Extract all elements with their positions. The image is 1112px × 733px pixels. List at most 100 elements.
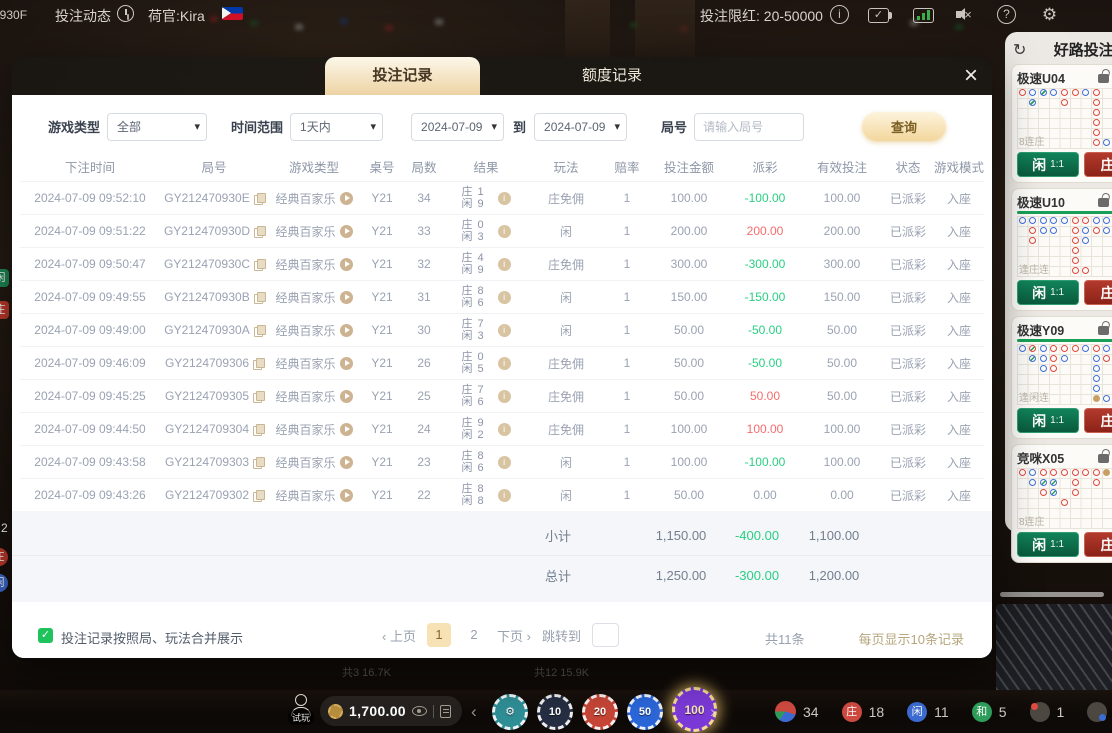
road-bead — [1050, 365, 1057, 372]
bet-records-modal: 投注记录 额度记录 × 游戏类型 全部▾ 时间范围 1天内▾ 2024-07-0… — [12, 57, 992, 658]
page-1-button[interactable]: 1 — [427, 623, 451, 647]
bet-player-button[interactable]: 闲1:1 — [1017, 408, 1079, 433]
result-info-icon[interactable] — [498, 423, 511, 436]
table-code-fragment: 0930F — [0, 8, 27, 22]
lock-icon[interactable] — [1098, 326, 1109, 335]
prev-page-button[interactable]: ‹ 上页 — [382, 626, 416, 645]
copy-icon[interactable] — [254, 325, 264, 336]
copy-icon[interactable] — [253, 490, 263, 501]
pattern-label: 8连庄 — [1019, 513, 1045, 528]
cell-play-type: 闲 — [528, 289, 604, 306]
result-info-icon[interactable] — [498, 291, 511, 304]
road-bead — [1061, 499, 1068, 506]
bet-player-button[interactable]: 闲1:1 — [1017, 280, 1079, 305]
game-type-select[interactable]: 全部▾ — [107, 113, 207, 141]
cell-game-type: 经典百家乐 — [268, 256, 360, 273]
tab-quota-records[interactable]: 额度记录 — [532, 57, 692, 95]
info-icon[interactable]: i — [830, 5, 849, 24]
road-bead — [1072, 267, 1079, 274]
chip-50[interactable]: 50 — [627, 694, 663, 730]
result-info-icon[interactable] — [498, 324, 511, 337]
trial-play-button[interactable]: 试玩 — [288, 694, 314, 716]
next-page-button[interactable]: 下页 › — [497, 626, 531, 645]
pie-stat-icon[interactable] — [775, 701, 796, 722]
horizontal-scrollbar[interactable] — [1000, 592, 1104, 597]
merge-checkbox[interactable]: ✓ — [38, 628, 53, 643]
time-range-select[interactable]: 1天内▾ — [290, 113, 383, 141]
jump-page-input[interactable] — [592, 623, 619, 647]
chips-next-arrow[interactable]: › — [710, 702, 716, 722]
result-info-icon[interactable] — [498, 258, 511, 271]
cell-table-no: Y21 — [360, 191, 404, 205]
chip-custom[interactable]: ⚙ — [492, 694, 528, 730]
cell-bet-time: 2024-07-09 09:44:50 — [20, 422, 160, 436]
result-info-icon[interactable] — [498, 357, 511, 370]
bottombar: 试玩 1,700.00 ‹ ⚙102050100 › 34 庄 18 闲 11 … — [0, 690, 1112, 733]
road-bead — [1019, 89, 1026, 96]
gear-icon[interactable]: ⚙ — [1040, 5, 1059, 24]
table-row: 2024-07-09 09:50:47 GY212470930C 经典百家乐 Y… — [20, 247, 984, 280]
result-info-icon[interactable] — [498, 192, 511, 205]
signal-strength-icon[interactable] — [913, 8, 934, 23]
cell-round-no: 25 — [404, 389, 444, 403]
cell-game-type: 经典百家乐 — [268, 289, 360, 306]
result-info-icon[interactable] — [498, 225, 511, 238]
road-bead — [1082, 267, 1089, 274]
total-valid: 1,200.00 — [794, 568, 874, 583]
road-bead — [1040, 489, 1047, 496]
copy-icon[interactable] — [253, 424, 263, 435]
chips-prev-arrow[interactable]: ‹ — [471, 702, 477, 722]
lock-icon[interactable] — [1098, 74, 1109, 83]
tab-bet-records[interactable]: 投注记录 — [325, 57, 480, 95]
copy-icon[interactable] — [253, 391, 263, 402]
cell-valid-bet: 50.00 — [802, 323, 882, 337]
bet-player-button[interactable]: 闲1:1 — [1017, 532, 1079, 557]
lock-icon[interactable] — [1098, 198, 1109, 207]
game-type-icon — [340, 456, 353, 469]
help-icon[interactable]: ? — [997, 5, 1016, 24]
page-2-button[interactable]: 2 — [462, 623, 486, 647]
refresh-icon[interactable]: ↻ — [1013, 40, 1026, 60]
result-info-icon[interactable] — [498, 489, 511, 502]
date-from-select[interactable]: 2024-07-09▾ — [411, 113, 504, 141]
copy-icon[interactable] — [254, 193, 264, 204]
close-icon[interactable]: × — [964, 62, 978, 90]
lock-icon[interactable] — [1098, 454, 1109, 463]
chip-10[interactable]: 10 — [537, 694, 573, 730]
road-bead — [1050, 89, 1057, 96]
copy-icon[interactable] — [254, 259, 264, 270]
copy-icon[interactable] — [253, 358, 263, 369]
cell-result: 庄8 闲6 — [444, 450, 528, 474]
cell-round-no: 34 — [404, 191, 444, 205]
cell-result: 庄7 闲6 — [444, 384, 528, 408]
result-info-icon[interactable] — [498, 456, 511, 469]
roadmap: 逢闲连 — [1017, 344, 1112, 405]
cell-round-no: 30 — [404, 323, 444, 337]
copy-icon[interactable] — [254, 226, 264, 237]
copy-icon[interactable] — [253, 457, 263, 468]
road-bead — [1050, 469, 1057, 476]
date-to-select[interactable]: 2024-07-09▾ — [534, 113, 627, 141]
chip-20[interactable]: 20 — [582, 694, 618, 730]
bet-banker-button[interactable]: 庄 — [1084, 408, 1112, 433]
cell-table-no: Y21 — [360, 257, 404, 271]
bet-banker-button[interactable]: 庄 — [1084, 152, 1112, 177]
bet-banker-button[interactable]: 庄 — [1084, 280, 1112, 305]
bet-player-button[interactable]: 闲1:1 — [1017, 152, 1079, 177]
road-bead — [1093, 385, 1100, 392]
result-info-icon[interactable] — [498, 390, 511, 403]
query-button[interactable]: 查询 — [862, 112, 946, 141]
clock-icon[interactable] — [117, 5, 134, 22]
column-header: 桌号 — [360, 157, 404, 176]
records-icon[interactable] — [440, 705, 451, 718]
cell-bet-amount: 50.00 — [650, 323, 728, 337]
eye-icon[interactable] — [412, 706, 427, 716]
bet-banker-button[interactable]: 庄 — [1084, 532, 1112, 557]
pattern-label: 8连庄 — [1019, 133, 1045, 148]
video-check-icon[interactable]: ✓ — [868, 8, 889, 23]
round-id-input[interactable] — [694, 113, 804, 141]
copy-icon[interactable] — [254, 292, 264, 303]
bet-feed-label[interactable]: 投注动态 — [55, 6, 111, 26]
cell-odds: 1 — [604, 488, 650, 502]
mute-speaker-icon[interactable] — [956, 7, 975, 26]
